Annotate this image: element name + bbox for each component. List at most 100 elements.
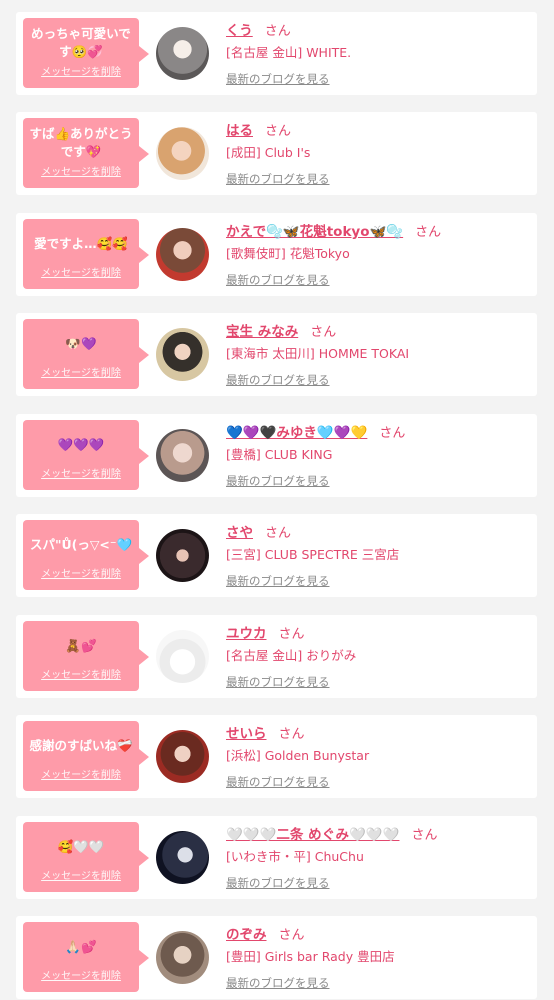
message-bubble: 🐶💜 メッセージを削除 (23, 319, 149, 389)
avatar[interactable] (156, 27, 209, 80)
honorific: さん (278, 627, 305, 642)
message-card: 🧸💕 メッセージを削除 ユウカ さん [名古屋 金山] おりがみ 最新のブログを見… (16, 615, 537, 698)
avatar[interactable] (156, 127, 209, 180)
shop-label: [名古屋 金山] WHITE. (226, 45, 352, 60)
message-text: すば👍ありがとうです💖 (29, 126, 133, 159)
profile-name-link[interactable]: 🤍🤍🤍二条 めぐみ🤍🤍🤍 (226, 827, 399, 843)
latest-blog-link[interactable]: 最新のブログを見る (226, 875, 330, 891)
delete-message-link[interactable]: メッセージを削除 (23, 666, 139, 681)
delete-message-link[interactable]: メッセージを削除 (23, 364, 139, 379)
latest-blog-link[interactable]: 最新のブログを見る (226, 272, 330, 288)
avatar[interactable] (156, 730, 209, 783)
message-card: 愛ですよ…🥰🥰 メッセージを削除 かえで🫧🦋花魁tokyo🦋🫧 さん [歌舞伎町]… (16, 213, 537, 296)
profile-info: のぞみ さん [豊田] Girls bar Rady 豊田店 最新のブログを見る (226, 923, 527, 991)
honorific: さん (310, 325, 337, 340)
profile-name-link[interactable]: さや (226, 525, 253, 541)
shop-label: [歌舞伎町] 花魁Tokyo (226, 246, 350, 261)
profile-name-link[interactable]: 宝生 みなみ (226, 324, 298, 340)
profile-info: 宝生 みなみ さん [東海市 太田川] HOMME TOKAI 最新のブログを見る (226, 320, 527, 388)
profile-info: くう さん [名古屋 金山] WHITE. 最新のブログを見る (226, 19, 527, 87)
message-text: 💜💜💜 (57, 437, 105, 452)
name-line: かえで🫧🦋花魁tokyo🦋🫧 さん (226, 220, 527, 240)
delete-message-link[interactable]: メッセージを削除 (23, 465, 139, 480)
profile-info: かえで🫧🦋花魁tokyo🦋🫧 さん [歌舞伎町] 花魁Tokyo 最新のブログを見… (226, 220, 527, 288)
avatar[interactable] (156, 831, 209, 884)
delete-message-link[interactable]: メッセージを削除 (23, 163, 139, 178)
latest-blog-link[interactable]: 最新のブログを見る (226, 674, 330, 690)
avatar[interactable] (156, 328, 209, 381)
profile-name-link[interactable]: くう (226, 23, 253, 39)
profile-name-link[interactable]: かえで🫧🦋花魁tokyo🦋🫧 (226, 224, 403, 240)
latest-blog-link[interactable]: 最新のブログを見る (226, 473, 330, 489)
message-card: 🐶💜 メッセージを削除 宝生 みなみ さん [東海市 太田川] HOMME TOK… (16, 313, 537, 396)
message-text: スパ"Ů(っ▽<⁻🩵 (29, 537, 133, 552)
message-card: 感謝のすばいね❤️‍🩹 メッセージを削除 せいら さん [浜松] Golden B… (16, 715, 537, 798)
shop-label: [いわき市・平] ChuChu (226, 849, 364, 864)
profile-info: 💙💜🖤みゆき🩵💜💛 さん [豊橋] CLUB KING 最新のブログを見る (226, 421, 527, 489)
message-card: すば👍ありがとうです💖 メッセージを削除 はる さん [成田] Club I's … (16, 112, 537, 195)
message-card: めっちゃ可愛いです🥺💞 メッセージを削除 くう さん [名古屋 金山] WHITE… (16, 12, 537, 95)
profile-name-link[interactable]: はる (226, 123, 253, 139)
name-line: 🤍🤍🤍二条 めぐみ🤍🤍🤍 さん (226, 823, 527, 843)
avatar[interactable] (156, 228, 209, 281)
shop-label: [豊橋] CLUB KING (226, 447, 333, 462)
message-text: 感謝のすばいね❤️‍🩹 (29, 738, 133, 753)
name-line: ユウカ さん (226, 622, 527, 642)
profile-name-link[interactable]: ユウカ (226, 626, 267, 642)
delete-message-link[interactable]: メッセージを削除 (23, 867, 139, 882)
honorific: さん (278, 928, 305, 943)
message-text: 愛ですよ…🥰🥰 (34, 236, 128, 251)
honorific: さん (278, 727, 305, 742)
shop-label: [豊田] Girls bar Rady 豊田店 (226, 949, 395, 964)
message-bubble: スパ"Ů(っ▽<⁻🩵 メッセージを削除 (23, 520, 149, 590)
honorific: さん (265, 526, 292, 541)
profile-name-link[interactable]: 💙💜🖤みゆき🩵💜💛 (226, 425, 367, 441)
shop-label: [浜松] Golden Bunystar (226, 748, 370, 763)
profile-info: はる さん [成田] Club I's 最新のブログを見る (226, 119, 527, 187)
honorific: さん (415, 225, 442, 240)
message-card: 🙏🏻💕 メッセージを削除 のぞみ さん [豊田] Girls bar Rady 豊… (16, 916, 537, 999)
name-line: のぞみ さん (226, 923, 527, 943)
name-line: せいら さん (226, 722, 527, 742)
latest-blog-link[interactable]: 最新のブログを見る (226, 573, 330, 589)
delete-message-link[interactable]: メッセージを削除 (23, 967, 139, 982)
profile-name-link[interactable]: せいら (226, 726, 267, 742)
message-card: 💜💜💜 メッセージを削除 💙💜🖤みゆき🩵💜💛 さん [豊橋] CLUB KING … (16, 414, 537, 497)
profile-info: ユウカ さん [名古屋 金山] おりがみ 最新のブログを見る (226, 622, 527, 690)
delete-message-link[interactable]: メッセージを削除 (23, 766, 139, 781)
message-bubble: 感謝のすばいね❤️‍🩹 メッセージを削除 (23, 721, 149, 791)
message-text: 🐶💜 (65, 336, 97, 351)
delete-message-link[interactable]: メッセージを削除 (23, 63, 139, 78)
name-line: 💙💜🖤みゆき🩵💜💛 さん (226, 421, 527, 441)
name-line: 宝生 みなみ さん (226, 320, 527, 340)
avatar[interactable] (156, 529, 209, 582)
shop-label: [三宮] CLUB SPECTRE 三宮店 (226, 547, 400, 562)
honorific: さん (411, 828, 438, 843)
name-line: くう さん (226, 19, 527, 39)
avatar[interactable] (156, 630, 209, 683)
message-bubble: めっちゃ可愛いです🥺💞 メッセージを削除 (23, 18, 149, 88)
profile-name-link[interactable]: のぞみ (226, 927, 267, 943)
avatar[interactable] (156, 931, 209, 984)
message-text: 🥰🤍🤍 (57, 839, 105, 854)
honorific: さん (264, 24, 291, 39)
message-bubble: 🥰🤍🤍 メッセージを削除 (23, 822, 149, 892)
latest-blog-link[interactable]: 最新のブログを見る (226, 774, 330, 790)
delete-message-link[interactable]: メッセージを削除 (23, 264, 139, 279)
shop-label: [名古屋 金山] おりがみ (226, 648, 357, 663)
honorific: さん (379, 426, 406, 441)
latest-blog-link[interactable]: 最新のブログを見る (226, 372, 330, 388)
profile-info: せいら さん [浜松] Golden Bunystar 最新のブログを見る (226, 722, 527, 790)
message-bubble: 🧸💕 メッセージを削除 (23, 621, 149, 691)
message-bubble: 🙏🏻💕 メッセージを削除 (23, 922, 149, 992)
honorific: さん (265, 124, 292, 139)
profile-info: 🤍🤍🤍二条 めぐみ🤍🤍🤍 さん [いわき市・平] ChuChu 最新のブログを見る (226, 823, 527, 891)
delete-message-link[interactable]: メッセージを削除 (23, 565, 139, 580)
latest-blog-link[interactable]: 最新のブログを見る (226, 975, 330, 991)
message-card: 🥰🤍🤍 メッセージを削除 🤍🤍🤍二条 めぐみ🤍🤍🤍 さん [いわき市・平] Chu… (16, 816, 537, 899)
name-line: さや さん (226, 521, 527, 541)
latest-blog-link[interactable]: 最新のブログを見る (226, 171, 330, 187)
shop-label: [東海市 太田川] HOMME TOKAI (226, 346, 410, 361)
avatar[interactable] (156, 429, 209, 482)
latest-blog-link[interactable]: 最新のブログを見る (226, 71, 330, 87)
